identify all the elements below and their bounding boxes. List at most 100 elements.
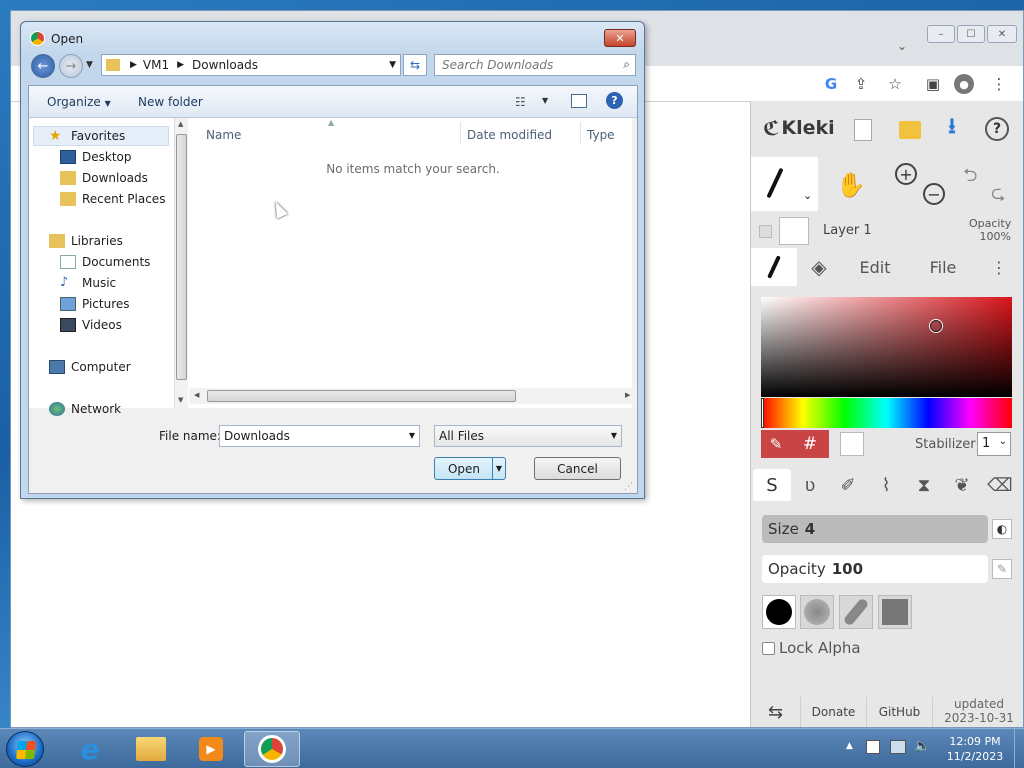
dialog-close-button[interactable]: ✕: [604, 29, 636, 47]
hex-input-button[interactable]: #: [791, 430, 829, 458]
menu-icon[interactable]: ⋮: [987, 72, 1011, 96]
open-button[interactable]: Open ▼: [434, 457, 506, 480]
star-icon[interactable]: ☆: [883, 72, 907, 96]
column-type-header[interactable]: Type: [587, 128, 615, 142]
swap-side-icon[interactable]: ⇆: [751, 697, 801, 727]
kleki-logo[interactable]: ℭ Kleki: [763, 115, 835, 141]
organize-button[interactable]: Organize ▼: [47, 95, 111, 109]
preview-pane-icon[interactable]: [571, 94, 587, 108]
scroll-down-icon[interactable]: ▼: [178, 396, 183, 404]
browser-close-button[interactable]: ✕: [987, 25, 1017, 43]
file-type-select[interactable]: All Files ▼: [434, 425, 622, 447]
address-bar[interactable]: ▶ VM1 ▶ Downloads ▼: [101, 54, 401, 76]
search-input[interactable]: Search Downloads ⌕: [434, 54, 636, 76]
share-icon[interactable]: ⇪: [849, 72, 873, 96]
nav-videos[interactable]: Videos: [60, 315, 122, 335]
nav-pictures[interactable]: Pictures: [60, 294, 130, 314]
stabilizer-select[interactable]: 1 ⌄: [977, 432, 1011, 456]
secondary-color-swatch[interactable]: [840, 432, 864, 456]
nav-favorites[interactable]: ★ Favorites: [49, 126, 125, 146]
open-options-dropdown-icon[interactable]: ▼: [492, 458, 505, 479]
browser-minimize-button[interactable]: –: [927, 25, 955, 43]
scroll-up-icon[interactable]: ▲: [178, 120, 183, 128]
zoom-in-icon[interactable]: +: [895, 163, 917, 185]
action-center-icon[interactable]: [866, 740, 880, 754]
lock-alpha-checkbox[interactable]: [762, 642, 775, 655]
volume-muted-icon[interactable]: 🔈: [914, 739, 930, 754]
show-hidden-icons-icon[interactable]: ▲: [846, 741, 853, 751]
opacity-slider[interactable]: Opacity 100: [762, 555, 988, 583]
sidepanel-icon[interactable]: ▣: [921, 72, 945, 96]
breadcrumb-downloads[interactable]: Downloads: [192, 58, 258, 72]
brush-tool-button[interactable]: ⌄: [751, 157, 818, 211]
file-name-dropdown-icon[interactable]: ▼: [409, 431, 415, 440]
nav-desktop[interactable]: Desktop: [60, 147, 132, 167]
scroll-right-icon[interactable]: ▶: [625, 391, 630, 399]
zoom-out-icon[interactable]: −: [923, 183, 945, 205]
refresh-icon[interactable]: ⇆: [403, 54, 427, 76]
nav-computer[interactable]: Computer: [49, 357, 131, 377]
nav-scroll-thumb[interactable]: [176, 134, 187, 380]
tab-layers[interactable]: ◈: [797, 248, 841, 286]
breadcrumb-vm1[interactable]: VM1: [143, 58, 169, 72]
color-picker-handle[interactable]: [930, 320, 942, 332]
taskbar-ie[interactable]: e: [62, 731, 118, 767]
download-icon[interactable]: ⭳: [939, 114, 965, 141]
hue-slider[interactable]: [761, 398, 1012, 428]
browser-maximize-button[interactable]: ☐: [957, 25, 985, 43]
horizontal-scrollbar[interactable]: ◀ ▶: [189, 388, 637, 404]
nav-music[interactable]: ♪ Music: [60, 273, 116, 293]
profile-icon[interactable]: ●: [954, 74, 974, 94]
address-dropdown-icon[interactable]: ▼: [389, 60, 396, 70]
more-options-icon[interactable]: ⋮: [987, 248, 1011, 286]
redo-icon[interactable]: ⮎: [991, 181, 1005, 211]
show-desktop-button[interactable]: [1014, 729, 1024, 768]
pen-brush-icon[interactable]: S: [753, 469, 791, 501]
size-pressure-toggle[interactable]: ◐: [992, 519, 1012, 539]
chemy-brush-icon[interactable]: ⧗: [905, 469, 943, 501]
layer-thumbnail[interactable]: [779, 217, 809, 245]
file-name-input[interactable]: Downloads ▼: [219, 425, 420, 447]
column-date-modified-header[interactable]: Date modified: [467, 128, 552, 142]
nav-documents[interactable]: Documents: [60, 252, 150, 272]
pixel-brush-icon[interactable]: ⌇: [867, 469, 905, 501]
taskbar-chrome[interactable]: [244, 731, 300, 767]
size-slider[interactable]: Size 4: [762, 515, 988, 543]
file-type-dropdown-icon[interactable]: ▼: [611, 431, 617, 440]
undo-icon[interactable]: ⮌: [963, 163, 977, 193]
brush-shape-soft[interactable]: [800, 595, 834, 629]
layer-visibility-checkbox[interactable]: [759, 225, 772, 238]
brush-shape-round[interactable]: [762, 595, 796, 629]
hand-tool-icon[interactable]: ✋: [833, 167, 869, 203]
github-link[interactable]: GitHub: [867, 697, 933, 727]
eyedropper-icon[interactable]: ✎: [761, 430, 791, 458]
brush-shape-square[interactable]: [878, 595, 912, 629]
color-saturation-picker[interactable]: [761, 297, 1012, 397]
google-icon[interactable]: G: [819, 72, 843, 96]
taskbar-explorer[interactable]: [123, 731, 179, 767]
view-chevron-icon[interactable]: ▼: [542, 96, 548, 105]
recent-locations-chevron-icon[interactable]: ▼: [86, 60, 93, 70]
eraser-icon[interactable]: ⌫: [981, 469, 1019, 501]
start-button[interactable]: [6, 731, 44, 767]
clock[interactable]: 12:09 PM 11/2/2023: [940, 734, 1010, 764]
dialog-title-bar[interactable]: Open ✕: [21, 22, 644, 54]
help-icon[interactable]: ?: [606, 92, 623, 109]
resize-grip-icon[interactable]: ⋰: [624, 482, 633, 492]
tab-brush[interactable]: [751, 248, 797, 286]
cancel-button[interactable]: Cancel: [534, 457, 621, 480]
nav-recent-places[interactable]: Recent Places: [60, 189, 165, 209]
help-icon[interactable]: ?: [985, 117, 1009, 141]
nav-downloads[interactable]: Downloads: [60, 168, 148, 188]
scroll-left-icon[interactable]: ◀: [194, 391, 199, 399]
new-image-icon[interactable]: [854, 119, 872, 141]
smudge-brush-icon[interactable]: ❦: [943, 469, 981, 501]
blend-brush-icon[interactable]: ʋ: [791, 469, 829, 501]
brush-shape-chisel[interactable]: [839, 595, 873, 629]
opacity-pressure-toggle[interactable]: ✎: [992, 559, 1012, 579]
nav-libraries[interactable]: Libraries: [49, 231, 123, 251]
chevron-down-icon[interactable]: ⌄: [803, 189, 812, 202]
hue-slider-handle[interactable]: [761, 398, 764, 428]
tab-search-chevron-icon[interactable]: ⌄: [897, 39, 907, 53]
tab-edit[interactable]: Edit: [849, 248, 901, 286]
